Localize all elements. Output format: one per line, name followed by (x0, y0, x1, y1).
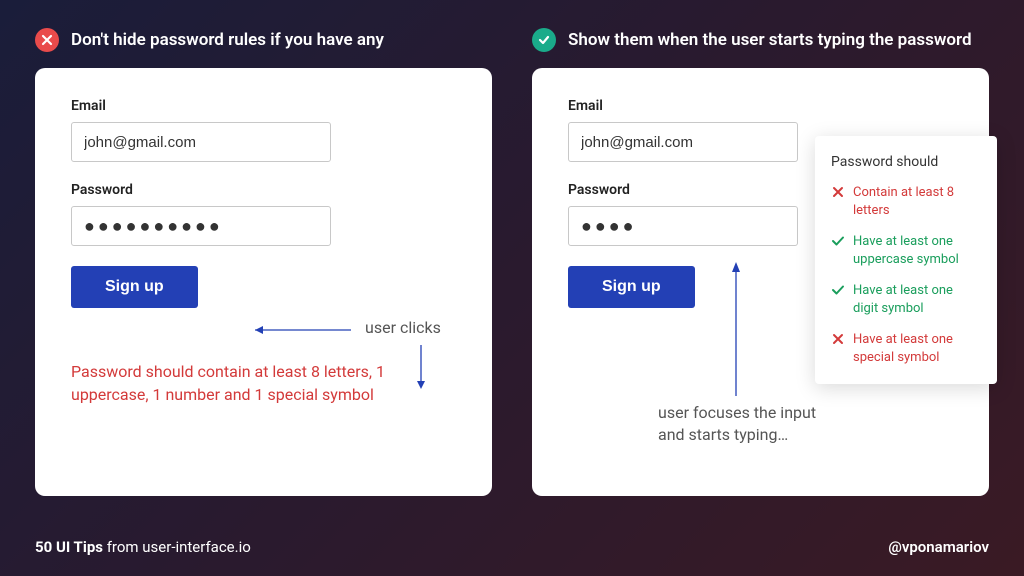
password-field[interactable]: ●●●●●●●●●● (71, 206, 331, 246)
rule-text: Have at least one uppercase symbol (853, 233, 981, 268)
panel-good-example: Email Password ●●●● Sign up Password sho… (532, 68, 989, 496)
annotation-user-focuses: user focuses the inputand starts typing… (658, 402, 816, 447)
check-icon (831, 234, 845, 248)
arrow-down-icon (411, 343, 431, 391)
rule-item: Have at least one digit symbol (831, 282, 981, 317)
check-icon (831, 283, 845, 297)
rule-text: Contain at least 8 letters (853, 184, 981, 219)
x-icon (831, 332, 845, 346)
footer-handle: @vponamariov (888, 538, 989, 556)
header-bad-text: Don't hide password rules if you have an… (71, 30, 384, 50)
signup-button[interactable]: Sign up (71, 266, 198, 308)
rule-item: Have at least one uppercase symbol (831, 233, 981, 268)
x-icon (831, 185, 845, 199)
error-message: Password should contain at least 8 lette… (71, 360, 411, 406)
header-bad: Don't hide password rules if you have an… (35, 28, 492, 52)
password-rules-popup: Password should Contain at least 8 lette… (815, 136, 997, 384)
panel-bad-example: Email Password ●●●●●●●●●● Sign up user c… (35, 68, 492, 496)
email-field[interactable] (71, 122, 331, 162)
header-good-text: Show them when the user starts typing th… (568, 30, 972, 50)
annotation-user-clicks: user clicks (365, 318, 441, 337)
rule-item: Have at least one special symbol (831, 331, 981, 366)
arrow-left-icon (245, 320, 355, 340)
signup-button[interactable]: Sign up (568, 266, 695, 308)
password-label: Password (71, 182, 456, 198)
rule-text: Have at least one digit symbol (853, 282, 981, 317)
check-icon (532, 28, 556, 52)
email-field[interactable] (568, 122, 798, 162)
header-good: Show them when the user starts typing th… (532, 28, 989, 52)
footer: 50 UI Tips from user-interface.io @vpona… (35, 538, 989, 556)
email-label: Email (568, 98, 953, 114)
x-icon (35, 28, 59, 52)
rules-title: Password should (831, 154, 981, 170)
password-field[interactable]: ●●●● (568, 206, 798, 246)
rule-item: Contain at least 8 letters (831, 184, 981, 219)
rule-text: Have at least one special symbol (853, 331, 981, 366)
footer-credit: 50 UI Tips from user-interface.io (35, 538, 251, 556)
arrow-up-icon (726, 258, 746, 398)
email-label: Email (71, 98, 456, 114)
